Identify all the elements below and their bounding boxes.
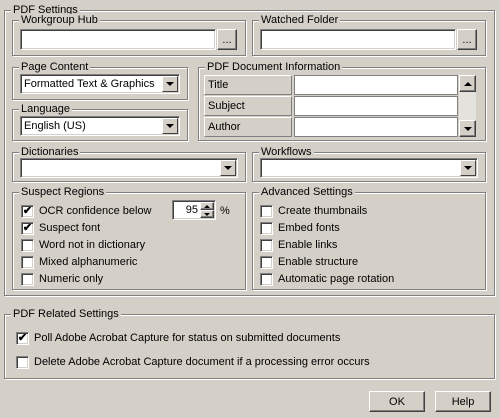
language-dropdown-button[interactable]: [162, 118, 178, 134]
ok-button[interactable]: OK: [369, 391, 425, 412]
numeric-only-checkbox[interactable]: [21, 273, 34, 286]
enable-structure-label: Enable structure: [278, 256, 359, 268]
chevron-down-icon: [224, 166, 232, 170]
doc-info-author-value[interactable]: [294, 117, 458, 137]
spin-down-button[interactable]: [200, 210, 214, 218]
dictionaries-select[interactable]: [20, 158, 238, 178]
arrow-up-icon: [463, 81, 472, 86]
chevron-down-icon: [166, 82, 174, 86]
scroll-down-button[interactable]: [459, 120, 476, 137]
page-content-value: Formatted Text & Graphics: [24, 78, 155, 90]
arrow-down-icon: [463, 126, 472, 131]
delete-capture-doc-label: Delete Adobe Acrobat Capture document if…: [34, 356, 370, 368]
watched-folder-label: Watched Folder: [259, 14, 341, 26]
ocr-confidence-label: OCR confidence below: [39, 205, 152, 217]
suspect-font-label: Suspect font: [39, 222, 101, 234]
delete-capture-doc-checkbox[interactable]: [16, 356, 29, 369]
word-not-in-dictionary-label: Word not in dictionary: [39, 239, 146, 251]
doc-info-subject-value[interactable]: [294, 96, 458, 116]
enable-links-checkbox[interactable]: [260, 239, 273, 252]
word-not-in-dictionary-checkbox[interactable]: [21, 239, 34, 252]
workgroup-hub-label: Workgroup Hub: [19, 14, 100, 26]
workflows-label: Workflows: [259, 146, 314, 158]
doc-info-author-label: Author: [204, 117, 292, 137]
workgroup-hub-browse-button[interactable]: ...: [217, 29, 237, 50]
ocr-confidence-checkbox[interactable]: ✔: [21, 205, 34, 218]
arrow-down-icon: [204, 212, 210, 216]
poll-capture-checkbox[interactable]: ✔: [16, 332, 29, 345]
poll-capture-label: Poll Adobe Acrobat Capture for status on…: [34, 332, 341, 344]
workgroup-hub-input[interactable]: [20, 29, 216, 50]
confidence-value: 95: [185, 204, 198, 216]
auto-page-rotation-label: Automatic page rotation: [278, 273, 395, 285]
enable-links-label: Enable links: [278, 239, 338, 251]
help-button[interactable]: Help: [435, 391, 491, 412]
language-label: Language: [19, 103, 72, 115]
confidence-spinner-input[interactable]: 95: [172, 200, 216, 220]
spin-up-button[interactable]: [200, 202, 214, 210]
pdf-related-settings-label: PDF Related Settings: [11, 308, 121, 320]
pdf-settings-dialog: { "pdf_settings": { "title": "PDF Settin…: [0, 0, 500, 418]
check-icon: ✔: [22, 222, 33, 234]
doc-info-scrollbar[interactable]: [459, 75, 476, 137]
page-content-label: Page Content: [19, 61, 91, 73]
auto-page-rotation-checkbox[interactable]: [260, 273, 273, 286]
suspect-font-checkbox[interactable]: ✔: [21, 222, 34, 235]
dictionaries-dropdown-button[interactable]: [220, 160, 236, 176]
page-content-select[interactable]: Formatted Text & Graphics: [20, 74, 180, 94]
check-icon: ✔: [17, 332, 28, 344]
workflows-dropdown-button[interactable]: [460, 160, 476, 176]
language-select[interactable]: English (US): [20, 116, 180, 136]
chevron-down-icon: [166, 124, 174, 128]
create-thumbnails-label: Create thumbnails: [278, 205, 368, 217]
watched-folder-input[interactable]: [260, 29, 456, 50]
watched-folder-browse-button[interactable]: ...: [457, 29, 477, 50]
doc-info-subject-label: Subject: [204, 96, 292, 116]
doc-info-title-value[interactable]: [294, 75, 458, 95]
check-icon: ✔: [22, 205, 33, 217]
language-value: English (US): [24, 120, 86, 132]
suspect-regions-label: Suspect Regions: [19, 186, 107, 198]
doc-info-title-label: Title: [204, 75, 292, 95]
mixed-alphanumeric-label: Mixed alphanumeric: [39, 256, 138, 268]
create-thumbnails-checkbox[interactable]: [260, 205, 273, 218]
scroll-up-button[interactable]: [459, 75, 476, 92]
dictionaries-label: Dictionaries: [19, 146, 81, 158]
pdf-doc-info-label: PDF Document Information: [205, 61, 343, 73]
embed-fonts-checkbox[interactable]: [260, 222, 273, 235]
advanced-settings-label: Advanced Settings: [259, 186, 355, 198]
page-content-dropdown-button[interactable]: [162, 76, 178, 92]
mixed-alphanumeric-checkbox[interactable]: [21, 256, 34, 269]
workflows-select[interactable]: [260, 158, 478, 178]
numeric-only-label: Numeric only: [39, 273, 104, 285]
chevron-down-icon: [464, 166, 472, 170]
embed-fonts-label: Embed fonts: [278, 222, 340, 234]
percent-label: %: [220, 205, 230, 217]
arrow-up-icon: [204, 204, 210, 208]
enable-structure-checkbox[interactable]: [260, 256, 273, 269]
